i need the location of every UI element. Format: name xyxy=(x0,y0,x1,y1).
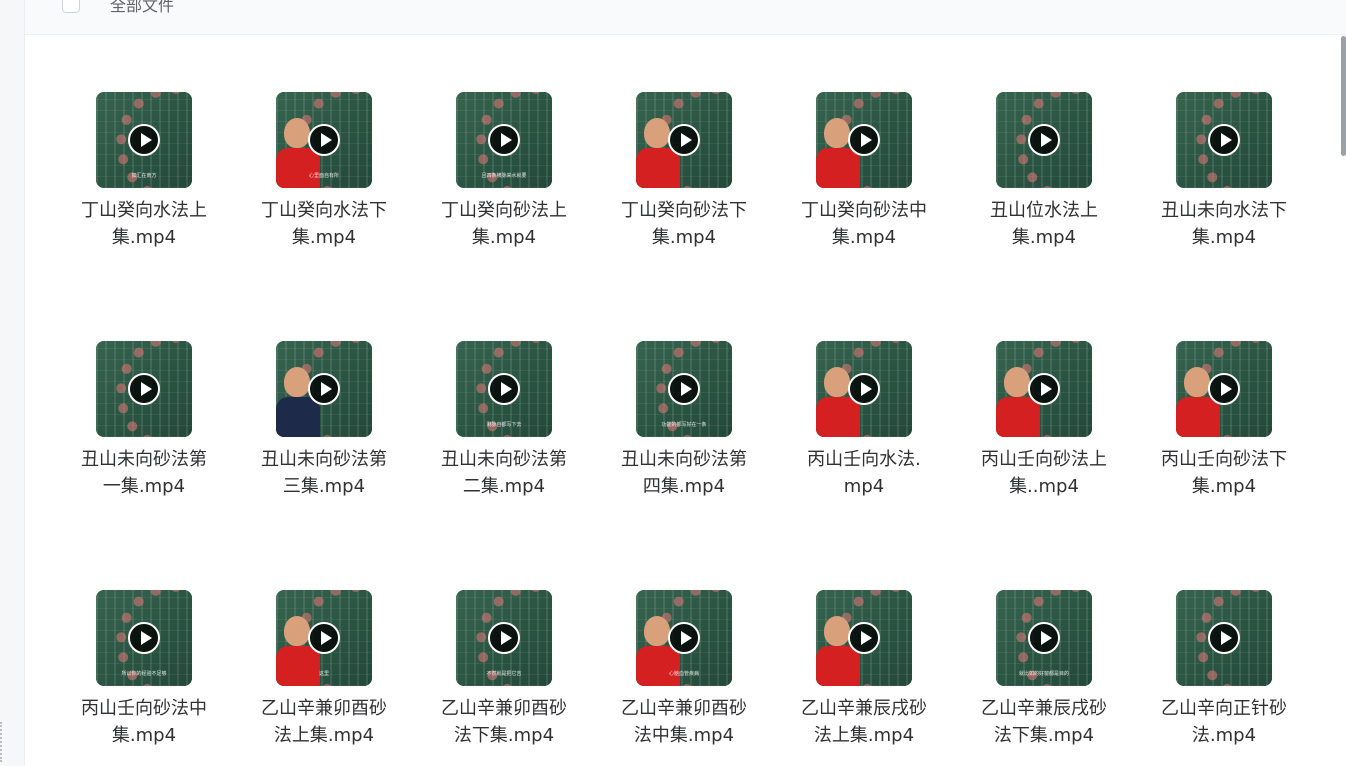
file-name[interactable]: 丙山壬向砂法上集..mp4 xyxy=(979,446,1109,500)
file-tile[interactable]: 不然就是把它吉乙山辛兼卯酉砂法下集.mp4 xyxy=(419,590,589,749)
file-name[interactable]: 乙山辛向正针砂法.mp4 xyxy=(1159,695,1289,749)
video-thumbnail[interactable]: 如汇在南方 xyxy=(96,92,192,188)
video-thumbnail[interactable]: 就比如的好窗都是目的 xyxy=(996,590,1092,686)
file-tile[interactable]: 丑山未向砂法第一集.mp4 xyxy=(59,341,229,500)
video-thumbnail[interactable]: 不然就是把它吉 xyxy=(456,590,552,686)
file-tile[interactable]: 这里乙山辛兼卯酉砂法上集.mp4 xyxy=(239,590,409,749)
video-thumbnail[interactable] xyxy=(1176,92,1272,188)
video-thumbnail[interactable] xyxy=(96,341,192,437)
thumbnail-caption: 所以你的经验不足够 xyxy=(121,671,167,677)
thumbnail-caption: 且四条横脉来水就要 xyxy=(481,173,527,179)
video-thumbnail[interactable]: 且四条横脉来水就要 xyxy=(456,92,552,188)
thumbnail-caption: 如汇在南方 xyxy=(131,173,157,179)
play-icon[interactable] xyxy=(848,622,880,654)
play-icon[interactable] xyxy=(128,622,160,654)
video-thumbnail[interactable] xyxy=(276,341,372,437)
thumbnail-caption: 就比如的好窗都是目的 xyxy=(1018,671,1069,677)
file-grid: 如汇在南方 丁山癸向水法上集.mp4 心里面自有所 丁山癸向水法下集.mp4 且四条横脉… xyxy=(25,0,1346,766)
left-sidebar-edge xyxy=(0,0,25,766)
video-thumbnail[interactable] xyxy=(1176,590,1272,686)
video-thumbnail[interactable] xyxy=(1176,341,1272,437)
video-thumbnail[interactable] xyxy=(636,92,732,188)
file-name[interactable]: 丙山壬向砂法下集.mp4 xyxy=(1159,446,1289,500)
play-icon[interactable] xyxy=(488,124,520,156)
file-tile[interactable]: 心脑血管疾病乙山辛兼卯酉砂法中集.mp4 xyxy=(599,590,769,749)
file-name[interactable]: 丑山未向砂法第四集.mp4 xyxy=(619,446,749,500)
file-tile[interactable]: 丙山壬向砂法下集.mp4 xyxy=(1139,341,1309,500)
file-tile[interactable]: 丙山壬向砂法上集..mp4 xyxy=(959,341,1129,500)
play-icon[interactable] xyxy=(488,373,520,405)
file-name[interactable]: 丁山癸向水法下集.mp4 xyxy=(259,197,389,251)
file-name[interactable]: 丑山未向砂法第一集.mp4 xyxy=(79,446,209,500)
file-tile[interactable]: 剩脉自都写下去丑山未向砂法第二集.mp4 xyxy=(419,341,589,500)
file-tile[interactable]: 丁山癸向砂法下集.mp4 xyxy=(599,92,769,251)
play-icon[interactable] xyxy=(1028,622,1060,654)
file-name[interactable]: 乙山辛兼卯酉砂法上集.mp4 xyxy=(259,695,389,749)
file-name[interactable]: 丙山壬向砂法中集.mp4 xyxy=(79,695,209,749)
file-name[interactable]: 丑山未向砂法第三集.mp4 xyxy=(259,446,389,500)
file-name[interactable]: 丁山癸向水法上集.mp4 xyxy=(79,197,209,251)
play-icon[interactable] xyxy=(1208,622,1240,654)
file-tile[interactable]: 所以你的经验不足够丙山壬向砂法中集.mp4 xyxy=(59,590,229,749)
file-name[interactable]: 乙山辛兼卯酉砂法中集.mp4 xyxy=(619,695,749,749)
file-tile[interactable]: 乙山辛向正针砂法.mp4 xyxy=(1139,590,1309,749)
play-icon[interactable] xyxy=(1028,124,1060,156)
play-icon[interactable] xyxy=(668,373,700,405)
file-tile[interactable]: 丑山未向砂法第三集.mp4 xyxy=(239,341,409,500)
file-name[interactable]: 丁山癸向砂法下集.mp4 xyxy=(619,197,749,251)
play-icon[interactable] xyxy=(308,622,340,654)
file-browser-panel: 全部文件 如汇在南方 丁山癸向水法上集.mp4 心里面自有所 丁山癸向水法下集.mp4… xyxy=(25,0,1346,766)
file-tile[interactable]: 功能的都写好在一条丑山未向砂法第四集.mp4 xyxy=(599,341,769,500)
video-thumbnail[interactable] xyxy=(816,341,912,437)
thumbnail-caption: 不然就是把它吉 xyxy=(486,671,522,677)
play-icon[interactable] xyxy=(848,373,880,405)
file-tile[interactable]: 丙山壬向水法.mp4 xyxy=(779,341,949,500)
video-thumbnail[interactable]: 心里面自有所 xyxy=(276,92,372,188)
play-icon[interactable] xyxy=(128,124,160,156)
play-icon[interactable] xyxy=(668,124,700,156)
video-thumbnail[interactable]: 心脑血管疾病 xyxy=(636,590,732,686)
play-icon[interactable] xyxy=(668,622,700,654)
file-name[interactable]: 丑山未向水法下集.mp4 xyxy=(1159,197,1289,251)
file-tile[interactable]: 心里面自有所丁山癸向水法下集.mp4 xyxy=(239,92,409,251)
file-name[interactable]: 丁山癸向砂法中集.mp4 xyxy=(799,197,929,251)
file-tile[interactable]: 且四条横脉来水就要丁山癸向砂法上集.mp4 xyxy=(419,92,589,251)
file-name[interactable]: 丑山未向砂法第二集.mp4 xyxy=(439,446,569,500)
file-name[interactable]: 丑山位水法上集.mp4 xyxy=(979,197,1109,251)
thumbnail-caption: 心脑血管疾病 xyxy=(668,671,699,677)
thumbnail-caption: 剩脉自都写下去 xyxy=(486,422,522,428)
play-icon[interactable] xyxy=(1208,124,1240,156)
play-icon[interactable] xyxy=(848,124,880,156)
play-icon[interactable] xyxy=(308,373,340,405)
file-tile[interactable]: 就比如的好窗都是目的乙山辛兼辰戌砂法下集.mp4 xyxy=(959,590,1129,749)
video-thumbnail[interactable]: 所以你的经验不足够 xyxy=(96,590,192,686)
file-tile[interactable]: 如汇在南方丁山癸向水法上集.mp4 xyxy=(59,92,229,251)
play-icon[interactable] xyxy=(128,373,160,405)
play-icon[interactable] xyxy=(308,124,340,156)
file-name[interactable]: 乙山辛兼辰戌砂法下集.mp4 xyxy=(979,695,1109,749)
sidebar-edge-marks xyxy=(0,722,6,762)
video-thumbnail[interactable] xyxy=(816,590,912,686)
video-thumbnail[interactable] xyxy=(996,341,1092,437)
file-name[interactable]: 丙山壬向水法.mp4 xyxy=(799,446,929,500)
play-icon[interactable] xyxy=(1208,373,1240,405)
file-name[interactable]: 乙山辛兼卯酉砂法下集.mp4 xyxy=(439,695,569,749)
file-name[interactable]: 乙山辛兼辰戌砂法上集.mp4 xyxy=(799,695,929,749)
video-thumbnail[interactable] xyxy=(996,92,1092,188)
file-tile[interactable]: 乙山辛兼辰戌砂法上集.mp4 xyxy=(779,590,949,749)
video-thumbnail[interactable]: 这里 xyxy=(276,590,372,686)
file-tile[interactable]: 丑山位水法上集.mp4 xyxy=(959,92,1129,251)
file-tile[interactable]: 丑山未向水法下集.mp4 xyxy=(1139,92,1309,251)
thumbnail-caption: 心里面自有所 xyxy=(308,173,339,179)
video-thumbnail[interactable] xyxy=(816,92,912,188)
play-icon[interactable] xyxy=(1028,373,1060,405)
vertical-scrollbar[interactable] xyxy=(1341,36,1346,156)
play-icon[interactable] xyxy=(488,622,520,654)
video-thumbnail[interactable]: 剩脉自都写下去 xyxy=(456,341,552,437)
thumbnail-caption: 功能的都写好在一条 xyxy=(661,422,707,428)
video-thumbnail[interactable]: 功能的都写好在一条 xyxy=(636,341,732,437)
file-tile[interactable]: 丁山癸向砂法中集.mp4 xyxy=(779,92,949,251)
file-name[interactable]: 丁山癸向砂法上集.mp4 xyxy=(439,197,569,251)
thumbnail-caption: 这里 xyxy=(318,671,329,677)
